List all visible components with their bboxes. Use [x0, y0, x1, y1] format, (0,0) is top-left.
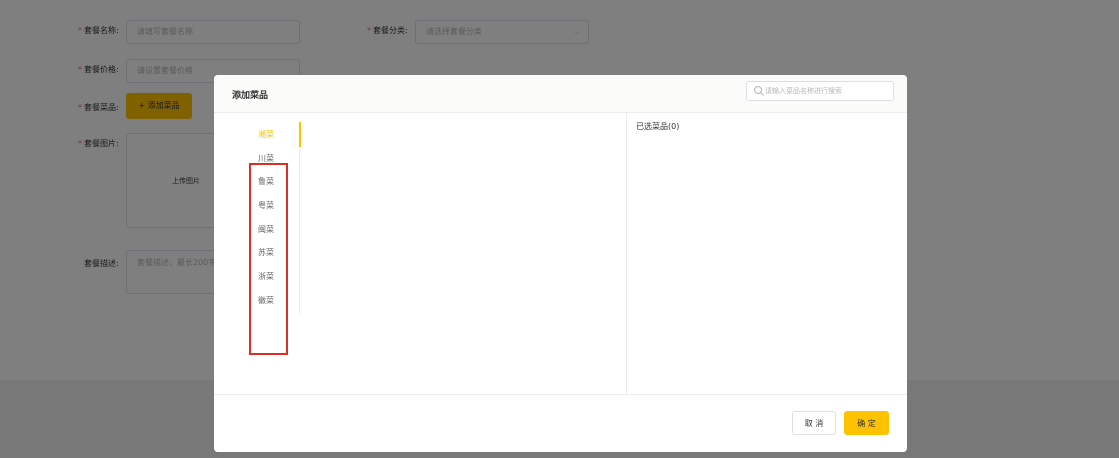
category-item-su[interactable]: 苏菜 [250, 241, 300, 265]
category-item-lu[interactable]: 鲁菜 [250, 170, 300, 194]
category-pane: 湘菜 川菜 鲁菜 粤菜 闽菜 苏菜 浙菜 徽菜 [214, 113, 627, 394]
dish-search-box[interactable] [746, 81, 894, 101]
selected-dishes-count: 已选菜品(0) [636, 122, 680, 131]
category-list: 湘菜 川菜 鲁菜 粤菜 闽菜 苏菜 浙菜 徽菜 [250, 123, 300, 313]
dialog-title: 添加菜品 [232, 91, 269, 101]
category-item-min[interactable]: 闽菜 [250, 218, 300, 242]
dish-search-input[interactable] [765, 83, 891, 99]
confirm-button[interactable]: 确 定 [844, 411, 889, 435]
dialog-footer: 取 消 确 定 [214, 394, 907, 452]
category-item-zhe[interactable]: 浙菜 [250, 265, 300, 289]
category-item-yue[interactable]: 粤菜 [250, 194, 300, 218]
add-dish-dialog: 添加菜品 湘菜 川菜 鲁菜 粤菜 闽菜 苏菜 浙菜 徽菜 [214, 75, 907, 452]
cancel-button[interactable]: 取 消 [792, 411, 836, 435]
dialog-body: 湘菜 川菜 鲁菜 粤菜 闽菜 苏菜 浙菜 徽菜 已选菜品(0) [214, 113, 907, 394]
category-item-hui[interactable]: 徽菜 [250, 289, 300, 313]
selected-dishes-pane: 已选菜品(0) [627, 113, 907, 394]
category-item-xiang[interactable]: 湘菜 [250, 123, 300, 147]
dialog-header: 添加菜品 [214, 75, 907, 113]
search-icon [754, 86, 764, 96]
category-item-chuan[interactable]: 川菜 [250, 147, 300, 171]
